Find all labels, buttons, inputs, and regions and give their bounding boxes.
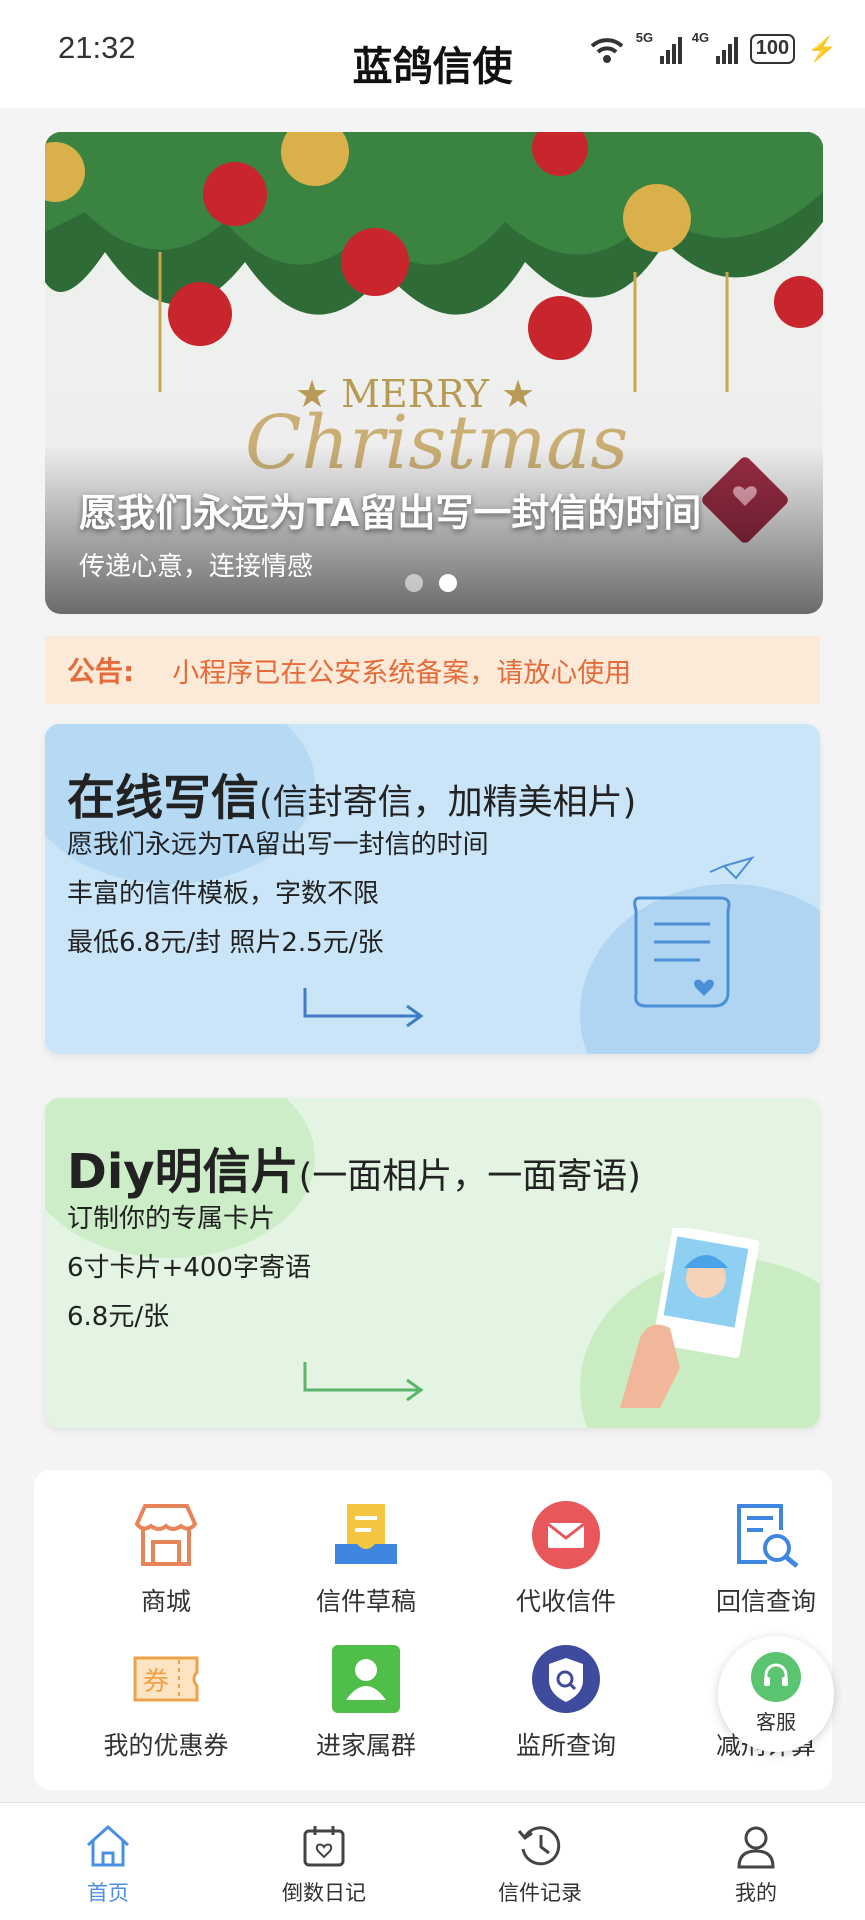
card-line: 最低6.8元/封 照片2.5元/张 (67, 928, 384, 958)
menu-item-label: 商城 (140, 1587, 191, 1616)
menu-item-drafts[interactable]: 信件草稿 (266, 1500, 466, 1618)
menu-item-label: 代收信件 (515, 1587, 616, 1616)
arrow-right-icon[interactable] (303, 1360, 427, 1406)
carousel-dot-active[interactable] (439, 574, 457, 592)
charging-icon: ⚡ (807, 35, 837, 63)
online-letter-card[interactable]: 在线写信(信封寄信，加精美相片) 愿我们永远为TA留出写一封信的时间 丰富的信件… (45, 724, 820, 1054)
battery-icon: 100 (749, 34, 796, 64)
menu-item-label: 回信查询 (715, 1587, 816, 1616)
coupon-icon: 券 (131, 1644, 201, 1714)
history-icon (515, 1821, 565, 1871)
wifi-icon (590, 38, 624, 63)
card-line: 6寸卡片+400字寄语 (67, 1253, 311, 1283)
banner-carousel[interactable]: ★ MERRY ★ Christmas 愿我们永远为TA留出写一封信的时间 传递… (45, 132, 823, 614)
menu-item-reply-search[interactable]: 回信查询 (666, 1500, 865, 1618)
mail-icon (531, 1500, 601, 1570)
menu-item-label: 监所查询 (515, 1731, 616, 1760)
bottom-tab-bar: 首页 倒数日记 信件记录 我的 (0, 1802, 865, 1920)
home-icon (83, 1821, 133, 1871)
christmas-garland-image (45, 132, 823, 392)
menu-item-label: 进家属群 (315, 1731, 416, 1760)
tab-label: 首页 (87, 1881, 129, 1905)
user-icon (731, 1821, 781, 1871)
svg-text:券: 券 (143, 1667, 169, 1697)
customer-service-label: 客服 (756, 1710, 796, 1734)
tab-label: 倒数日记 (282, 1881, 366, 1905)
card-title: Diy明信片(一面相片，一面寄语) (67, 1144, 641, 1200)
menu-item-label: 信件草稿 (315, 1587, 416, 1616)
carousel-dots (405, 574, 457, 592)
arrow-right-icon[interactable] (303, 986, 427, 1032)
family-group-icon (331, 1644, 401, 1714)
card-line: 订制你的专属卡片 (67, 1204, 276, 1234)
banner-subtitle: 传递心意，连接情感 (79, 552, 314, 582)
draft-icon (331, 1500, 401, 1570)
menu-item-coupons[interactable]: 券 我的优惠券 (66, 1644, 266, 1762)
tab-countdown-diary[interactable]: 倒数日记 (224, 1821, 424, 1907)
menu-item-label: 我的优惠券 (103, 1731, 229, 1760)
card-line: 丰富的信件模板，字数不限 (67, 879, 380, 909)
signal-4g-icon: 4G (692, 30, 738, 64)
shop-icon (131, 1500, 201, 1570)
headset-icon (751, 1652, 801, 1702)
menu-item-shop[interactable]: 商城 (66, 1500, 266, 1618)
announcement-bar[interactable]: 公告: 小程序已在公安系统备案，请放心使用 (45, 636, 820, 704)
reply-search-icon (731, 1500, 801, 1570)
card-line: 愿我们永远为TA留出写一封信的时间 (67, 830, 489, 860)
menu-item-collect-letters[interactable]: 代收信件 (466, 1500, 666, 1618)
menu-item-family-group[interactable]: 进家属群 (266, 1644, 466, 1762)
calendar-icon (299, 1821, 349, 1871)
scroll-letter-icon (633, 856, 755, 1008)
tab-label: 信件记录 (498, 1881, 582, 1905)
signal-5g-icon: 5G (636, 30, 682, 64)
tab-label: 我的 (735, 1881, 777, 1905)
tab-home[interactable]: 首页 (8, 1821, 208, 1907)
prison-search-icon (531, 1644, 601, 1714)
tab-letter-records[interactable]: 信件记录 (440, 1821, 640, 1907)
banner-title: 愿我们永远为TA留出写一封信的时间 (79, 491, 702, 535)
feature-menu: 商城 信件草稿 代收信件 回信查询 券 我的优惠券 进家属群 监所查询 (34, 1470, 832, 1790)
card-title: 在线写信(信封寄信，加精美相片) (67, 770, 637, 826)
announcement-text: 小程序已在公安系统备案，请放心使用 (172, 657, 632, 689)
carousel-dot[interactable] (405, 574, 423, 592)
top-bar: 21:32 蓝鸽信使 5G 4G 100 ⚡ (0, 0, 865, 108)
tab-profile[interactable]: 我的 (656, 1821, 856, 1907)
announcement-label: 公告: (67, 655, 135, 688)
hand-holding-photo-icon (620, 1228, 760, 1408)
status-icons: 5G 4G 100 ⚡ (588, 30, 837, 64)
diy-postcard-card[interactable]: Diy明信片(一面相片，一面寄语) 订制你的专属卡片 6寸卡片+400字寄语 6… (45, 1098, 820, 1428)
card-line: 6.8元/张 (67, 1302, 170, 1332)
menu-item-prison-search[interactable]: 监所查询 (466, 1644, 666, 1762)
customer-service-button[interactable]: 客服 (718, 1636, 834, 1752)
